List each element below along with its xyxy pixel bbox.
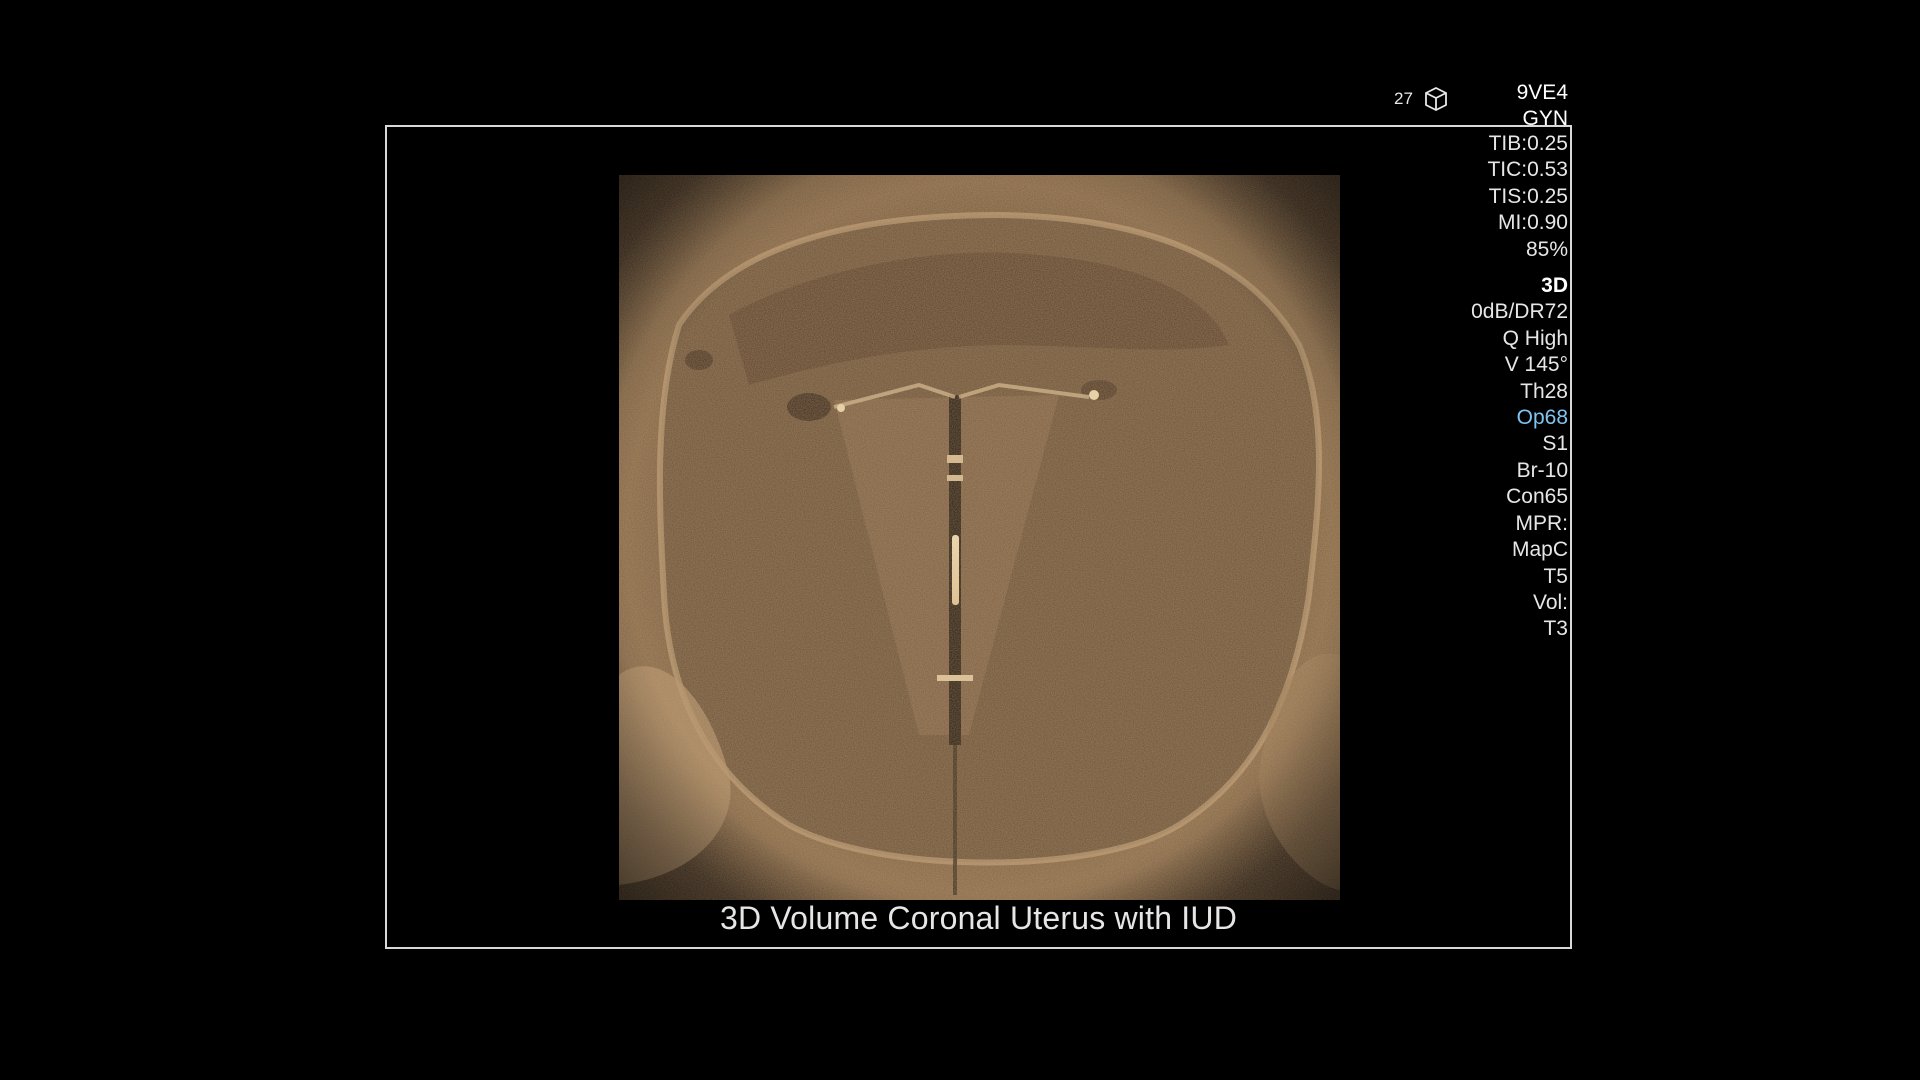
smooth-value: S1: [1542, 432, 1568, 456]
vol-tint-value: T3: [1543, 617, 1568, 641]
exam-preset: GYN: [1522, 107, 1568, 130]
view-angle-value: V 145°: [1504, 353, 1568, 377]
power-value: 85%: [1525, 237, 1568, 261]
tis-value: TIS:0.25: [1488, 184, 1568, 208]
probe-name: 9VE4: [1516, 81, 1568, 104]
brightness-value: Br-10: [1516, 458, 1568, 482]
frame-count: 27: [1394, 89, 1413, 108]
3d-volume-render[interactable]: [619, 175, 1340, 900]
tic-value: TIC:0.53: [1487, 158, 1568, 182]
vol-label: Vol:: [1532, 590, 1568, 614]
mi-value: MI:0.90: [1497, 211, 1568, 235]
image-caption: 3D Volume Coronal Uterus with IUD: [719, 900, 1238, 936]
mode-label: 3D: [1541, 274, 1568, 298]
contrast-value: Con65: [1506, 485, 1568, 509]
map-value: MapC: [1511, 538, 1568, 562]
parameter-panel: TIB:0.25 TIC:0.53 TIS:0.25 MI:0.90 85% 3…: [1471, 131, 1568, 643]
ultrasound-screen: 3D Volume Coronal Uterus with IUD 27 9VE…: [0, 0, 1920, 1080]
gain-value: 0dB/DR72: [1471, 300, 1568, 324]
mpr-tint-value: T5: [1543, 564, 1568, 588]
probe-info: 9VE4 GYN: [1517, 80, 1568, 132]
opacity-value[interactable]: Op68: [1471, 405, 1568, 431]
frame-counter: 27: [1394, 86, 1449, 112]
cube-icon: [1423, 86, 1449, 112]
tib-value: TIB:0.25: [1488, 132, 1568, 155]
quality-value: Q High: [1502, 326, 1568, 350]
mpr-label: MPR:: [1515, 511, 1569, 535]
threshold-value: Th28: [1520, 379, 1568, 403]
